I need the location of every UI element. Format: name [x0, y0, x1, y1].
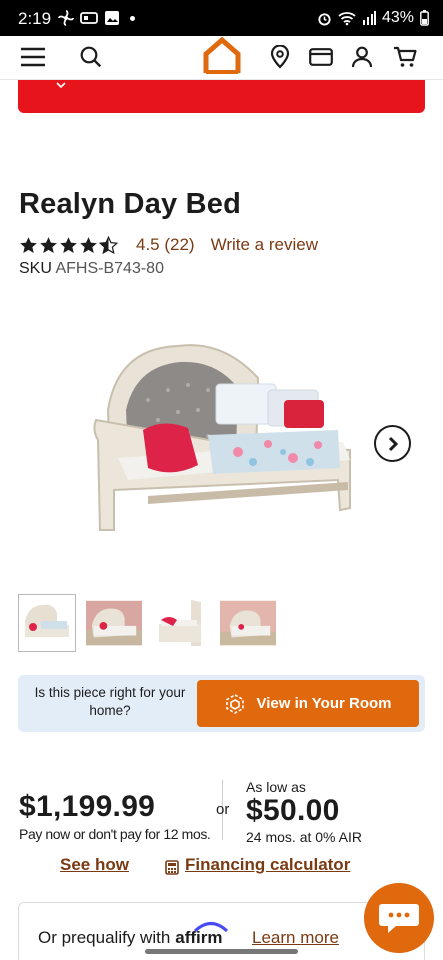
- status-right-icons: 43%: [317, 9, 429, 27]
- write-review-link[interactable]: Write a review: [211, 235, 318, 255]
- wifi-icon: [338, 11, 356, 25]
- financing-term: 24 mos. at 0% AIR: [246, 829, 362, 845]
- chat-button[interactable]: [364, 883, 434, 953]
- star-icon: [40, 236, 57, 253]
- product-title: Realyn Day Bed: [19, 188, 241, 220]
- price: $1,199.99: [19, 790, 156, 823]
- view-in-room-label: View in Your Room: [256, 695, 392, 712]
- chevron-right-icon: [388, 436, 398, 451]
- as-low-as-label: As low as: [246, 779, 306, 795]
- prequalify-label: Or prequalify with: [38, 928, 171, 947]
- dot-icon: [130, 15, 135, 21]
- card-icon[interactable]: [306, 42, 336, 72]
- alarm-icon: [318, 12, 331, 26]
- financing-calculator-link[interactable]: Financing calculator: [185, 855, 350, 875]
- battery-icon: [420, 10, 429, 26]
- or-label: or: [216, 801, 230, 818]
- view-in-room-button[interactable]: View in Your Room: [197, 680, 419, 727]
- product-image[interactable]: [88, 340, 358, 540]
- see-how-link[interactable]: See how: [60, 855, 129, 875]
- top-nav: [0, 36, 443, 80]
- game-icon: [80, 12, 98, 24]
- ar-cube-icon: [226, 693, 245, 714]
- sku: SKU AFHS-B743-80: [19, 260, 164, 278]
- star-rating[interactable]: [19, 235, 118, 255]
- star-icon: [20, 236, 37, 253]
- view-in-room-panel: Is this piece right for your home? View …: [18, 675, 425, 732]
- account-icon[interactable]: [347, 42, 377, 72]
- learn-more-link[interactable]: Learn more: [252, 928, 339, 948]
- home-logo-icon[interactable]: [200, 36, 244, 76]
- sku-label: SKU: [19, 260, 52, 277]
- sku-value: AFHS-B743-80: [55, 260, 164, 277]
- thumbnail[interactable]: [219, 594, 277, 652]
- status-left-icons: [58, 9, 135, 27]
- status-time: 2:19: [18, 9, 52, 28]
- location-icon[interactable]: [265, 42, 295, 72]
- thumbnail[interactable]: [18, 594, 76, 652]
- signal-icon: [362, 11, 376, 25]
- price-note: Pay now or don't pay for 12 mos.: [19, 826, 211, 842]
- status-bar: 2:19 43%: [0, 0, 443, 36]
- financing-block: As low as $50.00 24 mos. at 0% AIR: [246, 779, 362, 845]
- thumbnail-strip: [18, 594, 277, 652]
- search-icon[interactable]: [76, 42, 106, 72]
- room-question: Is this piece right for your home?: [34, 685, 186, 718]
- menu-icon[interactable]: [18, 42, 48, 72]
- monthly-amount: $50.00: [246, 794, 340, 827]
- price-block: $1,199.99 Pay now or don't pay for 12 mo…: [19, 790, 211, 842]
- rating-count[interactable]: 4.5 (22): [136, 235, 195, 255]
- cart-icon[interactable]: [390, 42, 420, 72]
- affirm-prequalify: Or prequalify with affirm: [38, 922, 229, 948]
- fan-icon: [58, 10, 74, 26]
- chat-icon: [379, 904, 419, 933]
- chevron-down-icon: [56, 82, 66, 89]
- star-icon: [60, 236, 77, 253]
- star-icon: [80, 236, 97, 253]
- promo-banner[interactable]: [18, 80, 425, 113]
- battery-percent: 43%: [381, 9, 414, 26]
- thumbnail[interactable]: [85, 594, 143, 652]
- home-indicator[interactable]: [145, 949, 298, 954]
- next-image-button[interactable]: [374, 425, 411, 462]
- gallery-icon: [105, 11, 119, 25]
- thumbnail[interactable]: [152, 594, 210, 652]
- half-star-icon: [99, 235, 118, 254]
- rating-row: 4.5 (22) Write a review: [19, 234, 318, 256]
- calculator-icon: [165, 860, 179, 875]
- affirm-arc-icon: [194, 922, 229, 932]
- affirm-logo: affirm: [175, 922, 229, 948]
